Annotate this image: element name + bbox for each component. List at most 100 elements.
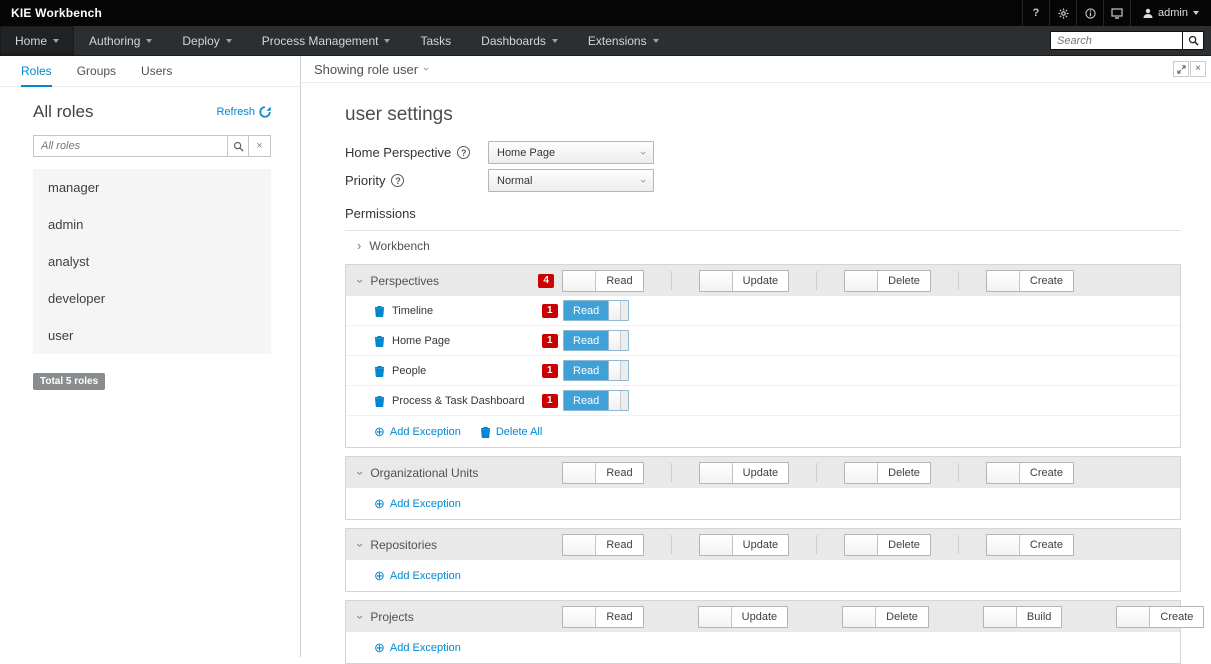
panel-title-wrap[interactable]: Showing role user › [314, 62, 428, 77]
permission-toggle-delete[interactable]: Delete [844, 462, 931, 484]
permission-toggle-create[interactable]: Create [986, 270, 1074, 292]
link-label: Delete All [496, 426, 542, 438]
workbench-section-toggle[interactable]: › Workbench [345, 230, 1181, 261]
add-exception-link[interactable]: ⊕Add Exception [374, 425, 461, 438]
permission-toggle-delete[interactable]: Delete [842, 606, 929, 628]
help-button[interactable]: ? [1022, 0, 1049, 26]
permission-toggle-read-on[interactable]: Read [563, 330, 629, 351]
permission-toggle-delete[interactable]: Delete [844, 534, 931, 556]
main-panel: Showing role user › × user settings Home… [301, 56, 1211, 657]
permission-toggle-read-on[interactable]: Read [563, 360, 629, 381]
permission-toggle-update[interactable]: Update [699, 462, 789, 484]
tab-groups[interactable]: Groups [77, 56, 116, 87]
nav-item-extensions[interactable]: Extensions [573, 26, 674, 55]
permission-toggle-create[interactable]: Create [986, 534, 1074, 556]
exception-name: People [392, 365, 542, 377]
role-name: developer [48, 291, 105, 306]
add-exception-link[interactable]: ⊕Add Exception [374, 497, 461, 510]
count-badge: 1 [542, 304, 558, 318]
role-search: × [33, 135, 271, 157]
close-button[interactable]: × [1190, 61, 1206, 77]
toggle-knob [845, 463, 878, 483]
role-list-item[interactable]: manager [33, 169, 271, 206]
maximize-button[interactable] [1173, 61, 1189, 77]
section-header-repositories[interactable]: ›RepositoriesReadUpdateDeleteCreate [346, 529, 1180, 560]
toggle-knob [699, 607, 732, 627]
role-name: admin [48, 217, 83, 232]
toggle-label: Delete [876, 607, 928, 627]
nav-item-dashboards[interactable]: Dashboards [466, 26, 573, 55]
add-exception-link[interactable]: ⊕Add Exception [374, 569, 461, 582]
section-actions: ⊕Add Exception Delete All [346, 416, 1180, 447]
role-list-item[interactable]: user [33, 317, 271, 354]
delete-exception-button[interactable] [374, 365, 385, 377]
add-exception-link[interactable]: ⊕Add Exception [374, 641, 461, 654]
permission-toggle-read[interactable]: Read [562, 270, 643, 292]
permission-toggle-update[interactable]: Update [699, 270, 789, 292]
nav-item-authoring[interactable]: Authoring [74, 26, 167, 55]
clear-search-button[interactable]: × [249, 135, 271, 157]
delete-exception-button[interactable] [374, 395, 385, 407]
section-header-organizational-units[interactable]: ›Organizational UnitsReadUpdateDeleteCre… [346, 457, 1180, 488]
toggle-track [621, 301, 628, 320]
apps-button[interactable] [1103, 0, 1130, 26]
user-menu[interactable]: admin [1130, 0, 1211, 26]
section-header-perspectives[interactable]: ›Perspectives4ReadUpdateDeleteCreate [346, 265, 1180, 296]
global-search-input[interactable] [1050, 31, 1183, 50]
tab-users[interactable]: Users [141, 56, 172, 87]
toggle-knob [608, 391, 621, 410]
role-search-button[interactable] [227, 135, 249, 157]
permission-sections: ›Perspectives4ReadUpdateDeleteCreateTime… [345, 264, 1181, 664]
chevron-down-icon: › [355, 278, 365, 282]
toggle-label: Create [1020, 535, 1073, 555]
permission-toggle-read-on[interactable]: Read [563, 390, 629, 411]
permission-toggle-create[interactable]: Create [986, 462, 1074, 484]
about-button[interactable] [1076, 0, 1103, 26]
nav-item-home[interactable]: Home [0, 26, 74, 55]
toggle-knob [987, 535, 1020, 555]
toggle-knob [1117, 607, 1150, 627]
permission-toggle-read[interactable]: Read [562, 606, 643, 628]
count-badge: 4 [538, 274, 554, 288]
section-header-projects[interactable]: ›ProjectsReadUpdateDeleteBuildCreate [346, 601, 1180, 632]
tab-roles[interactable]: Roles [21, 56, 52, 87]
priority-label: Priority [345, 173, 385, 188]
nav-item-process-management[interactable]: Process Management [247, 26, 406, 55]
priority-select[interactable]: Normal › [488, 169, 654, 192]
chevron-down-icon [226, 39, 232, 43]
permission-toggle-read[interactable]: Read [562, 462, 643, 484]
nav-item-tasks[interactable]: Tasks [405, 26, 466, 55]
permission-toggle-create[interactable]: Create [1116, 606, 1204, 628]
role-name: user [48, 328, 73, 343]
trash-icon [480, 426, 491, 438]
link-label: Add Exception [390, 570, 461, 582]
permission-toggle-update[interactable]: Update [698, 606, 788, 628]
main-nav: HomeAuthoringDeployProcess ManagementTas… [0, 26, 1211, 56]
nav-item-deploy[interactable]: Deploy [167, 26, 246, 55]
role-list-item[interactable]: developer [33, 280, 271, 317]
delete-exception-button[interactable] [374, 335, 385, 347]
permission-toggle-update[interactable]: Update [699, 534, 789, 556]
toggle-knob [563, 607, 596, 627]
settings-button[interactable] [1049, 0, 1076, 26]
refresh-button[interactable]: Refresh [216, 106, 271, 118]
permission-toggle-read-on[interactable]: Read [563, 300, 629, 321]
toggle-knob [843, 607, 876, 627]
total-roles-badge: Total 5 roles [33, 373, 105, 390]
delete-all-link[interactable]: Delete All [480, 426, 542, 438]
sidebar-tabs: Roles Groups Users [0, 56, 300, 87]
home-perspective-select[interactable]: Home Page › [488, 141, 654, 164]
role-list-item[interactable]: analyst [33, 243, 271, 280]
role-list-item[interactable]: admin [33, 206, 271, 243]
permission-toggle-read[interactable]: Read [562, 534, 643, 556]
toggle-knob [700, 271, 733, 291]
permission-toggle-build[interactable]: Build [983, 606, 1062, 628]
toggle-knob [563, 463, 596, 483]
global-search-button[interactable] [1183, 31, 1204, 50]
role-name: analyst [48, 254, 89, 269]
delete-exception-button[interactable] [374, 305, 385, 317]
exception-row: Timeline1Read [346, 296, 1180, 326]
count-badge: 1 [542, 334, 558, 348]
role-search-input[interactable] [33, 135, 227, 157]
permission-toggle-delete[interactable]: Delete [844, 270, 931, 292]
